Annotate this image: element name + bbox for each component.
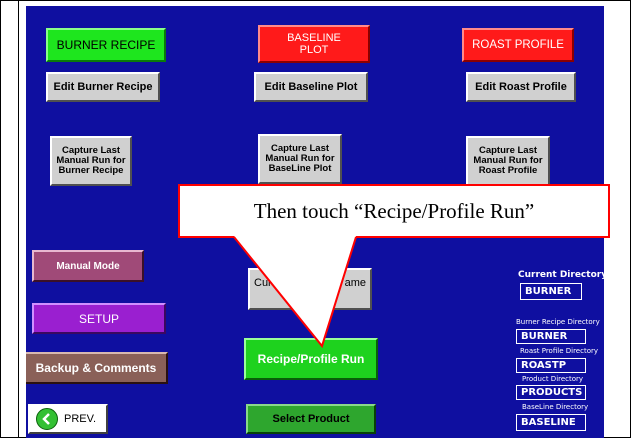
baseline-plot-header-line1: BASELINE (287, 32, 341, 44)
backup-comments-label: Backup & Comments (35, 361, 157, 375)
instruction-callout: Then touch “Recipe/Profile Run” (178, 184, 610, 238)
capture-burner-recipe-button[interactable]: Capture Last Manual Run for Burner Recip… (50, 136, 132, 186)
capture-roast-profile-button[interactable]: Capture Last Manual Run for Roast Profil… (466, 136, 550, 186)
manual-mode-label: Manual Mode (56, 260, 120, 272)
current-directory-label: Current Directory (518, 270, 604, 280)
products-directory-value[interactable]: PRODUCTS (516, 385, 586, 400)
instruction-callout-text: Then touch “Recipe/Profile Run” (253, 198, 535, 223)
baseline-plot-header-line2: PLOT (299, 44, 329, 56)
prev-label: PREV. (64, 413, 97, 425)
recipe-profile-run-button[interactable]: Recipe/Profile Run (244, 338, 378, 380)
current-name-button[interactable]: Curre ame T (248, 268, 372, 310)
capture-baseline-plot-button[interactable]: Capture Last Manual Run for BaseLine Plo… (258, 134, 342, 184)
recipe-profile-run-label: Recipe/Profile Run (257, 352, 365, 366)
edit-burner-recipe-button[interactable]: Edit Burner Recipe (46, 72, 160, 102)
roast-profile-directory-label: Roast Profile Directory (520, 347, 598, 355)
baseline-plot-header-button[interactable]: BASELINE PLOT (258, 25, 370, 63)
select-product-label: Select Product (272, 413, 350, 425)
current-name-row1: Curre ame (254, 277, 366, 289)
capture-burner-line3: Burner Recipe (58, 165, 124, 176)
edit-baseline-plot-label: Edit Baseline Plot (264, 81, 358, 93)
burner-recipe-header-button[interactable]: BURNER RECIPE (46, 28, 166, 62)
back-arrow-icon (36, 408, 58, 430)
burner-recipe-directory-label: Burner Recipe Directory (516, 318, 600, 326)
edit-roast-profile-button[interactable]: Edit Roast Profile (466, 72, 576, 102)
left-divider-line (18, 0, 19, 438)
roast-directory-value[interactable]: ROASTP (516, 358, 586, 373)
capture-baseline-line3: BaseLine Plot (268, 163, 332, 174)
manual-mode-button[interactable]: Manual Mode (32, 250, 144, 282)
capture-roast-line3: Roast Profile (478, 165, 538, 176)
select-product-button[interactable]: Select Product (246, 404, 376, 434)
current-name-left: Curre (254, 277, 282, 289)
baseline-directory-value[interactable]: BASELINE (516, 414, 586, 431)
baseline-directory-label: BaseLine Directory (522, 403, 589, 411)
setup-button[interactable]: SETUP (32, 303, 166, 334)
product-directory-label: Product Directory (522, 375, 584, 383)
edit-burner-recipe-label: Edit Burner Recipe (53, 81, 153, 93)
backup-comments-button[interactable]: Backup & Comments (26, 352, 168, 384)
burner-recipe-header-label: BURNER RECIPE (56, 38, 156, 52)
roast-profile-header-button[interactable]: ROAST PROFILE (462, 28, 574, 62)
roast-profile-header-label: ROAST PROFILE (472, 39, 564, 51)
edit-baseline-plot-button[interactable]: Edit Baseline Plot (254, 72, 368, 102)
burner-directory-value[interactable]: BURNER (516, 329, 586, 344)
setup-label: SETUP (78, 311, 119, 326)
current-name-line2: T (296, 289, 303, 301)
current-name-right: ame (344, 277, 366, 289)
current-directory-value[interactable]: BURNER (520, 283, 582, 300)
prev-button[interactable]: PREV. (28, 404, 108, 434)
edit-roast-profile-label: Edit Roast Profile (475, 81, 567, 93)
